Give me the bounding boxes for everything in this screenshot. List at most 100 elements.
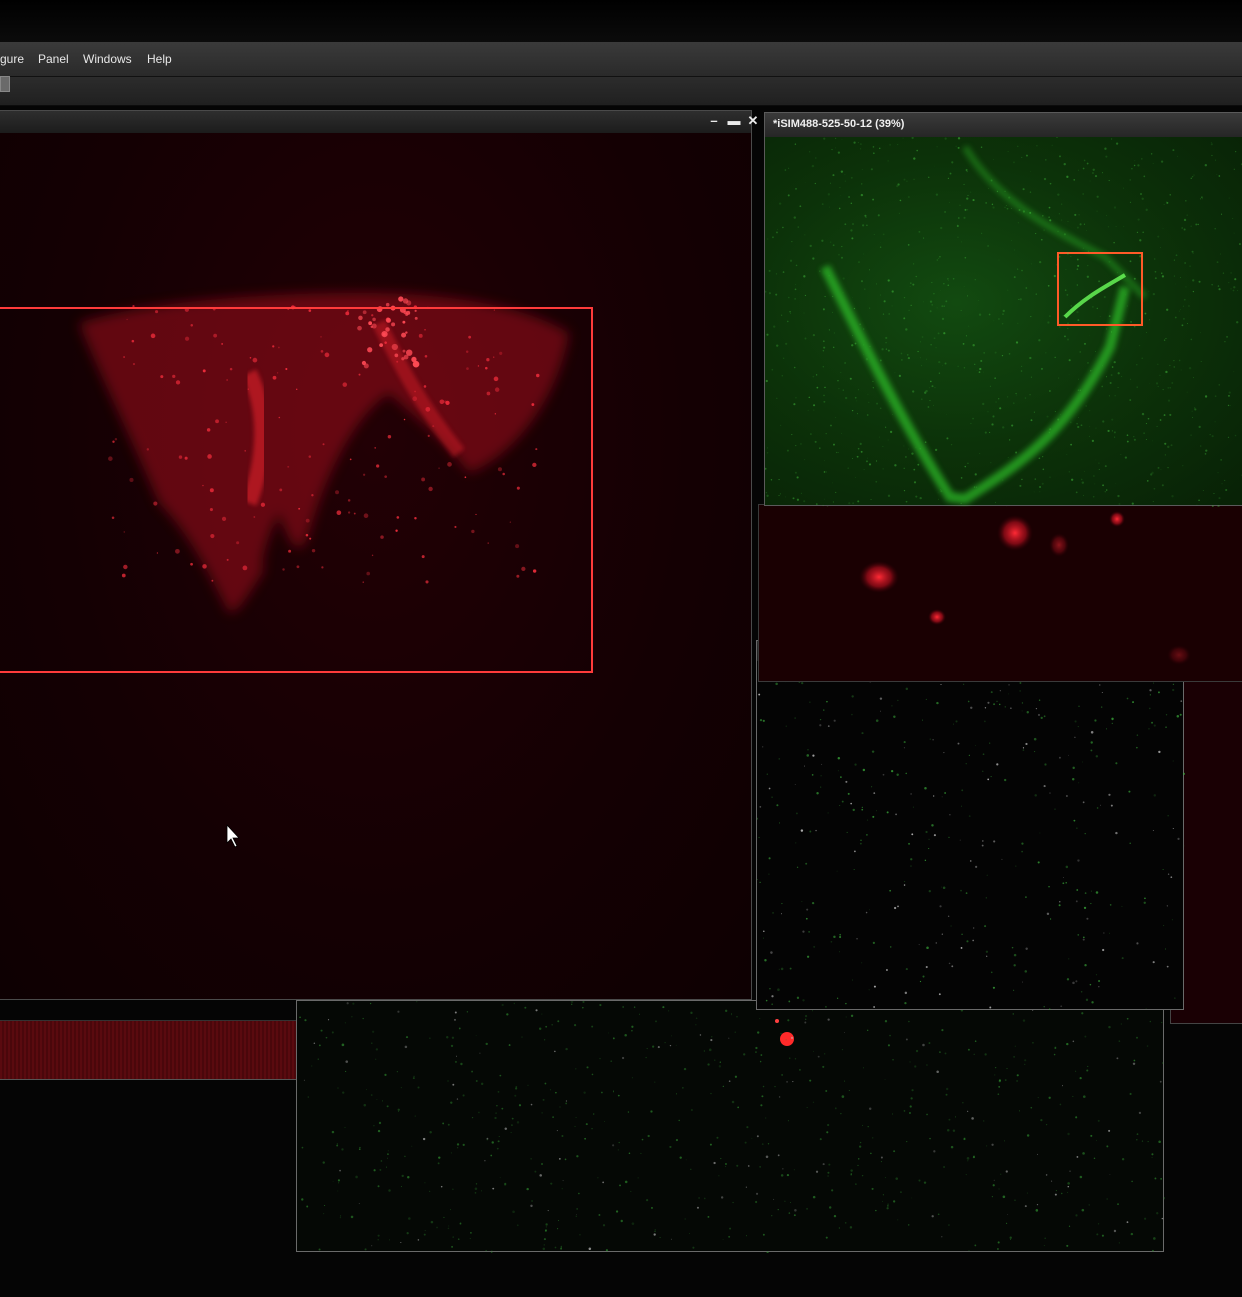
noise-dot: [447, 1123, 450, 1126]
red-zoom-window[interactable]: [758, 504, 1242, 682]
noise-dot: [903, 747, 906, 749]
green-speckle: [915, 275, 917, 278]
noise-dot: [1048, 1096, 1051, 1099]
noise-dot: [745, 1186, 747, 1188]
green-speckle: [1137, 164, 1140, 167]
noise-dot: [359, 1146, 361, 1149]
green-speckle: [1211, 283, 1213, 286]
noise-dot: [1103, 932, 1105, 934]
red-image-window[interactable]: – ▬ ✕: [0, 110, 758, 1000]
red-punctum: [485, 366, 488, 370]
noise-dot: [805, 1018, 807, 1020]
noise-dot: [617, 1149, 619, 1151]
noise-dot: [848, 1090, 850, 1092]
noise-dot: [845, 1002, 847, 1005]
green-speckle: [832, 501, 835, 503]
noise-dot: [379, 1168, 382, 1171]
green-speckle: [1086, 275, 1090, 278]
mouse-cursor-icon: [226, 823, 240, 848]
green-speckle: [1157, 385, 1159, 388]
menu-panel[interactable]: Panel: [38, 52, 69, 66]
green-speckle: [940, 226, 943, 230]
noise-dot: [322, 1161, 325, 1164]
noise-dot: [710, 1038, 713, 1042]
noise-dot: [897, 905, 899, 908]
toolbar-button[interactable]: [0, 76, 10, 92]
green-speckle: [1200, 360, 1202, 362]
green-speckle: [960, 477, 963, 479]
green-speckle: [1074, 213, 1077, 216]
green-speckle: [1083, 494, 1085, 496]
menu-windows[interactable]: Windows: [83, 52, 132, 66]
noise-dot: [868, 989, 870, 991]
red-punctum: [131, 339, 135, 343]
noise-dot: [760, 1054, 763, 1056]
green-speckle: [1096, 195, 1099, 198]
green-speckle: [887, 494, 891, 497]
image-window-sparse[interactable]: – ▬ ✕: [756, 640, 1185, 1011]
green-speckle: [830, 424, 832, 427]
noise-dot: [450, 1044, 454, 1048]
green-speckle: [824, 498, 825, 500]
green-speckle: [765, 290, 767, 293]
green-speckle: [1049, 476, 1051, 478]
noise-dot: [854, 850, 856, 853]
noise-dot: [746, 1235, 748, 1237]
noise-dot: [707, 1063, 710, 1066]
noise-dot: [960, 947, 963, 949]
noise-dot: [777, 1209, 779, 1211]
red-punctum: [516, 574, 520, 578]
sparse-image-window[interactable]: [296, 1000, 1165, 1253]
green-speckle: [1182, 305, 1184, 307]
red-punctum: [398, 296, 404, 302]
noise-dot: [1037, 1153, 1038, 1155]
maximize-icon[interactable]: ▬: [727, 114, 741, 128]
red-punctum: [414, 516, 417, 520]
close-icon[interactable]: ✕: [746, 114, 760, 128]
menu-figure[interactable]: gure: [0, 52, 24, 66]
noise-dot: [949, 814, 951, 816]
noise-dot: [1025, 742, 1028, 746]
green-speckle: [1013, 276, 1016, 279]
noise-dot: [882, 1200, 884, 1202]
green-speckle: [1108, 179, 1110, 182]
window-titlebar[interactable]: *iSIM488-525-50-12 (39%): [765, 113, 1242, 138]
red-punctum: [342, 382, 348, 387]
green-speckle: [905, 456, 907, 458]
minimize-icon[interactable]: –: [707, 114, 721, 128]
red-punctum: [402, 349, 406, 353]
noise-dot: [1009, 1236, 1012, 1239]
noise-dot: [886, 811, 889, 814]
noise-dot: [417, 1239, 420, 1241]
green-speckle: [1058, 213, 1061, 215]
noise-dot: [602, 1224, 606, 1227]
green-speckle: [963, 216, 966, 219]
green-speckle: [1056, 137, 1058, 139]
noise-dot: [922, 719, 923, 721]
green-speckle: [913, 481, 917, 484]
noise-dot: [926, 946, 929, 950]
green-speckle: [1029, 211, 1032, 214]
window-titlebar[interactable]: – ▬ ✕: [0, 111, 758, 134]
noise-dot: [1096, 1139, 1098, 1141]
green-image-window[interactable]: *iSIM488-525-50-12 (39%): [764, 112, 1242, 507]
noise-dot: [1080, 990, 1083, 993]
noise-dot: [910, 1097, 913, 1100]
noise-dot: [1165, 726, 1167, 728]
green-speckle: [1110, 331, 1113, 333]
red-puncta: [1109, 511, 1125, 527]
green-speckle: [900, 352, 903, 355]
noise-dot: [1043, 784, 1046, 788]
red-punctum: [324, 352, 330, 358]
menu-help[interactable]: Help: [147, 52, 172, 66]
green-speckle: [1021, 478, 1023, 481]
red-punctum: [494, 413, 497, 415]
green-speckle: [1235, 151, 1237, 153]
red-punctum: [371, 314, 374, 317]
noise-dot: [1087, 1065, 1089, 1068]
noise-dot: [1111, 717, 1114, 721]
green-speckle: [844, 180, 846, 182]
green-speckle: [1171, 495, 1174, 498]
green-speckle: [1030, 263, 1032, 265]
green-speckle: [1217, 472, 1219, 474]
